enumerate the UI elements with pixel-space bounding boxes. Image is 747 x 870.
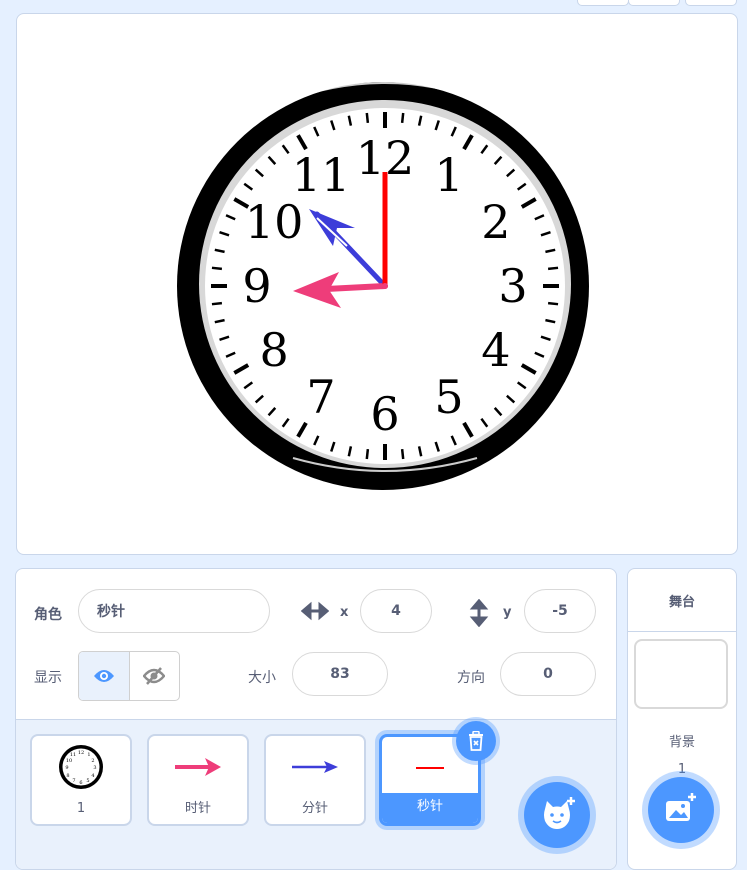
svg-text:5: 5 — [86, 778, 89, 784]
sprite-label: 角色 — [34, 607, 62, 623]
add-sprite-button[interactable] — [524, 782, 590, 848]
sprite-name-input[interactable]: 秒针 — [78, 589, 270, 633]
clock-tick — [547, 266, 559, 271]
stage-panel: 舞台 背景 1 — [627, 568, 737, 870]
clock-numeral: 10 — [245, 195, 304, 249]
hide-sprite-button[interactable] — [130, 652, 180, 700]
clock-tick — [400, 448, 405, 460]
cat-plus-icon — [544, 797, 575, 829]
eye-slash-icon — [143, 667, 166, 685]
show-label: 显示 — [34, 670, 62, 686]
clock-tick — [547, 301, 559, 306]
sprite-info-panel: 角色 秒针 x 4 y -5 显示 大小 83 方向 0 12 3 6 9 1245 — [15, 568, 617, 870]
clock-face: 12 1234567891011 — [177, 82, 589, 490]
sprite-tile-label: 1 — [76, 801, 86, 816]
size-label: 大小 — [248, 670, 276, 686]
sprite-list: 12 3 6 9 1245 7 8 10 11 1 时针 分针 秒针 — [16, 719, 616, 869]
clock-thumbnail-icon: 12 3 6 9 1245 7 8 10 11 — [32, 742, 130, 792]
clock-tick — [400, 112, 405, 124]
clock-tick — [211, 301, 223, 306]
add-backdrop-button[interactable] — [648, 777, 714, 843]
clock-tick — [365, 448, 370, 460]
direction-label: 方向 — [457, 670, 485, 686]
y-input[interactable]: -5 — [524, 589, 596, 633]
clock-tick — [211, 266, 223, 271]
stage-canvas[interactable]: 12 1 2 3 4 5 6 7 8 9 10 11 — [16, 13, 738, 555]
size-input[interactable]: 83 — [292, 652, 388, 696]
y-label: y — [503, 605, 512, 620]
svg-text:6: 6 — [79, 780, 82, 786]
clock-numeral: 7 — [306, 370, 335, 424]
sprite-tile[interactable]: 12 3 6 9 1245 7 8 10 11 1 — [30, 734, 132, 826]
backdrops-label: 背景 — [668, 735, 695, 750]
backdrops-count: 1 — [677, 762, 687, 777]
blue-arrow-icon — [266, 742, 364, 792]
svg-text:3: 3 — [93, 765, 96, 771]
sprite-tile-label: 时针 — [184, 801, 211, 816]
clock-numeral: 3 — [498, 259, 527, 313]
x-arrows-icon — [300, 601, 330, 625]
clock-numeral: 1 — [434, 148, 463, 202]
svg-text:7: 7 — [72, 778, 75, 784]
clock-numeral: 8 — [260, 323, 289, 377]
svg-text:11: 11 — [70, 752, 76, 758]
clock-tick — [365, 112, 370, 124]
y-arrows-icon — [469, 598, 489, 631]
visibility-toggle — [78, 651, 180, 701]
delete-sprite-button[interactable] — [456, 721, 496, 761]
image-plus-icon — [666, 793, 696, 821]
clock-numeral: 9 — [242, 259, 271, 313]
svg-text:9: 9 — [65, 765, 68, 771]
svg-text:8: 8 — [66, 773, 69, 779]
trash-icon — [469, 731, 483, 751]
sprite-tile[interactable]: 分针 — [264, 734, 366, 826]
top-toolbar-button[interactable] — [577, 0, 629, 6]
clock-numeral: 2 — [481, 195, 510, 249]
direction-input[interactable]: 0 — [500, 652, 596, 696]
clock-center — [382, 283, 388, 289]
svg-text:10: 10 — [66, 758, 72, 764]
x-input[interactable]: 4 — [360, 589, 432, 633]
sprite-tile-label: 秒针 — [382, 793, 478, 823]
pink-arrow-icon — [149, 742, 247, 792]
show-sprite-button[interactable] — [79, 652, 130, 700]
top-toolbar-button[interactable] — [685, 0, 737, 6]
stage-title[interactable]: 舞台 — [628, 569, 736, 632]
svg-text:2: 2 — [91, 758, 94, 764]
svg-text:4: 4 — [91, 773, 94, 779]
x-label: x — [340, 605, 349, 620]
clock-numeral: 11 — [292, 148, 351, 202]
stage-thumbnail[interactable] — [634, 639, 728, 709]
sprite-tile-label: 分针 — [301, 801, 328, 816]
clock-numeral: 6 — [370, 387, 399, 441]
svg-text:1: 1 — [87, 752, 90, 758]
top-toolbar-button[interactable] — [628, 0, 680, 6]
clock-numeral: 4 — [481, 323, 510, 377]
clock-numeral: 5 — [434, 370, 463, 424]
sprite-tile[interactable]: 时针 — [147, 734, 249, 826]
svg-text:12: 12 — [78, 750, 84, 756]
eye-icon — [93, 670, 114, 682]
